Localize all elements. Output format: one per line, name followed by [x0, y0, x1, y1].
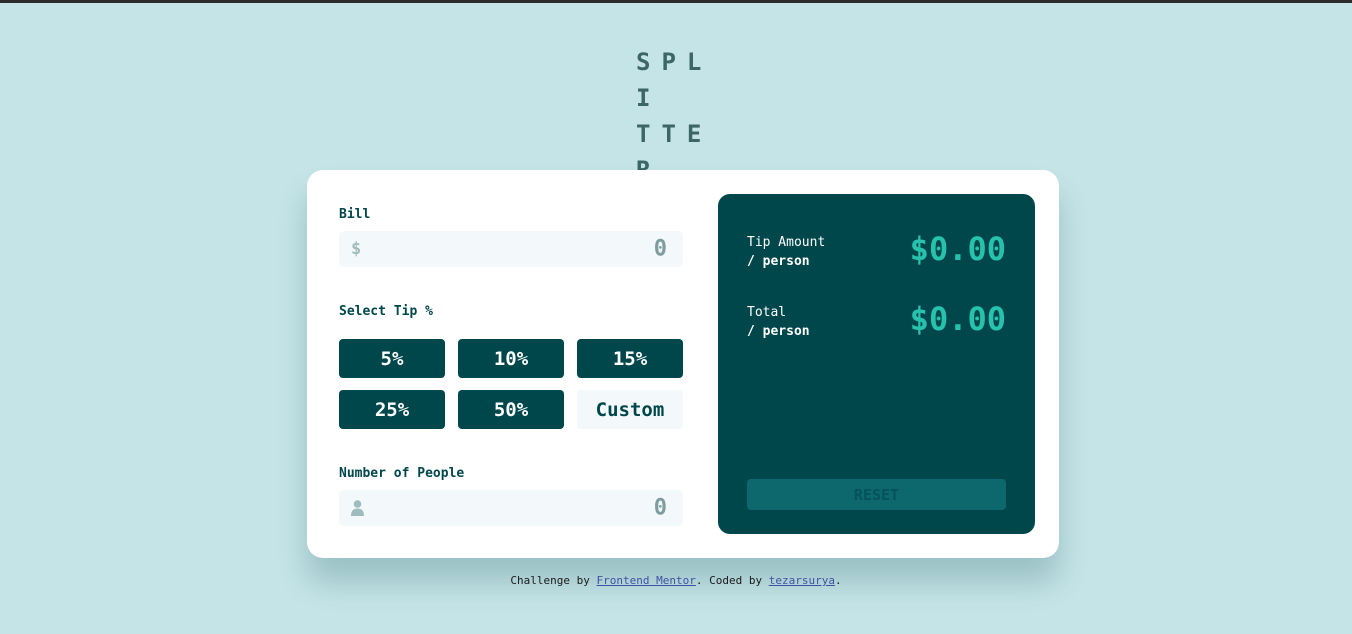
total-per-person: / person	[747, 324, 810, 339]
custom-tip-input[interactable]: Custom	[577, 390, 683, 429]
tip-10-button[interactable]: 10%	[458, 339, 564, 378]
person-icon	[351, 500, 364, 516]
browser-top-border	[0, 0, 1352, 3]
author-link[interactable]: tezarsurya	[769, 574, 835, 587]
dollar-icon: $	[351, 239, 362, 259]
tip-amount-value: $0.00	[909, 230, 1006, 268]
tip-amount-label-block: Tip Amount / person	[747, 233, 825, 271]
tip-5-button[interactable]: 5%	[339, 339, 445, 378]
total-value: $0.00	[909, 300, 1006, 338]
reset-button[interactable]: RESET	[747, 479, 1006, 510]
splitter-logo: SPLI TTER	[636, 44, 736, 188]
results-panel: Tip Amount / person $0.00 Total / person…	[718, 194, 1035, 534]
bill-value: 0	[653, 236, 667, 262]
attribution-footer: Challenge by Frontend Mentor. Coded by t…	[0, 574, 1352, 587]
logo-line-1: SPLI	[636, 48, 713, 112]
frontend-mentor-link[interactable]: Frontend Mentor	[597, 574, 696, 587]
tip-15-button[interactable]: 15%	[577, 339, 683, 378]
calculator-card: Bill $ 0 Select Tip % 5% 10% 15% 25% 50%…	[307, 170, 1059, 558]
select-tip-label: Select Tip %	[339, 304, 433, 319]
total-label-block: Total / person	[747, 303, 810, 341]
footer-middle: . Coded by	[695, 574, 769, 587]
tip-amount-per-person: / person	[747, 254, 810, 269]
people-input[interactable]: 0	[339, 490, 683, 526]
tip-50-button[interactable]: 50%	[458, 390, 564, 429]
people-label: Number of People	[339, 466, 465, 481]
bill-label: Bill	[339, 207, 371, 222]
footer-prefix: Challenge by	[510, 574, 597, 587]
footer-suffix: .	[834, 574, 842, 587]
tip-amount-label: Tip Amount	[747, 235, 826, 250]
tip-25-button[interactable]: 25%	[339, 390, 445, 429]
total-label: Total	[747, 305, 787, 320]
people-value: 0	[653, 495, 667, 521]
bill-input[interactable]: $ 0	[339, 231, 683, 267]
